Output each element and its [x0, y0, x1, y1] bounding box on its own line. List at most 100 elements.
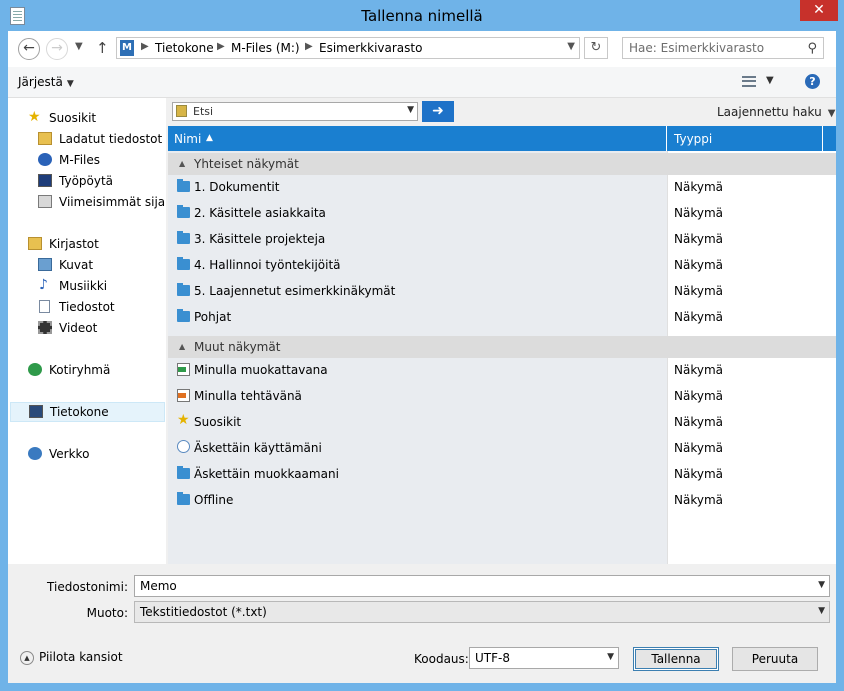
- nav-computer[interactable]: Tietokone: [10, 402, 165, 422]
- filename-combobox[interactable]: ▼: [134, 575, 830, 597]
- filename-input[interactable]: [140, 579, 800, 593]
- list-item[interactable]: 1. Dokumentit Näkymä: [168, 175, 836, 201]
- nav-libraries[interactable]: Kirjastot: [8, 234, 166, 254]
- search-icon[interactable]: ⚲: [807, 41, 817, 56]
- chevron-down-icon[interactable]: ▼: [607, 652, 614, 662]
- nav-music[interactable]: ♪ Musiikki: [8, 276, 166, 296]
- help-icon[interactable]: ?: [805, 74, 820, 89]
- item-name: Äskettäin muokkaamani: [194, 467, 339, 481]
- back-button[interactable]: ←: [18, 38, 40, 60]
- encoding-select[interactable]: UTF-8 ▼: [469, 647, 619, 669]
- list-item[interactable]: Äskettäin muokkaamani Näkymä: [168, 462, 836, 488]
- breadcrumb-separator[interactable]: ▶: [141, 41, 149, 52]
- search-input[interactable]: [629, 41, 794, 55]
- filename-label: Tiedostonimi:: [28, 580, 128, 594]
- list-item[interactable]: 3. Käsittele projekteja Näkymä: [168, 227, 836, 253]
- up-button[interactable]: ↑: [96, 39, 109, 57]
- item-name: Suosikit: [194, 415, 242, 429]
- column-header-name[interactable]: Nimi ▲: [168, 126, 667, 151]
- list-item[interactable]: Äskettäin käyttämäni Näkymä: [168, 436, 836, 462]
- advanced-search-toggle[interactable]: Laajennettu haku ▼: [717, 105, 835, 119]
- list-item[interactable]: Pohjat Näkymä: [168, 305, 836, 331]
- documents-icon: [39, 300, 50, 313]
- search-box[interactable]: ⚲: [622, 37, 824, 59]
- item-type: Näkymä: [674, 389, 723, 403]
- refresh-icon: ↻: [590, 40, 602, 55]
- list-item[interactable]: Minulla tehtävänä Näkymä: [168, 384, 836, 410]
- list-item[interactable]: Offline Näkymä: [168, 488, 836, 514]
- nav-mfiles[interactable]: M-Files: [8, 150, 166, 170]
- forward-button[interactable]: →: [46, 38, 68, 60]
- nav-label: Ladatut tiedostot: [59, 132, 163, 146]
- chevron-down-icon[interactable]: ▼: [818, 606, 825, 616]
- view-options-dropdown[interactable]: ▼: [766, 75, 774, 86]
- search-document-icon: [176, 105, 187, 117]
- chevron-up-icon: ▲: [20, 650, 34, 665]
- item-name: 2. Käsittele asiakkaita: [194, 206, 326, 220]
- recent-locations-dropdown[interactable]: ▼: [75, 41, 83, 52]
- breadcrumb-computer[interactable]: Tietokone: [155, 41, 214, 55]
- change-view-icon[interactable]: [742, 76, 756, 87]
- format-select[interactable]: Tekstitiedostot (*.txt) ▼: [134, 601, 830, 623]
- star-icon: ★: [177, 412, 190, 428]
- breadcrumb-drive[interactable]: M-Files (M:): [231, 41, 300, 55]
- sort-ascending-icon: ▲: [206, 133, 213, 143]
- hide-folders-label: Piilota kansiot: [39, 650, 123, 664]
- save-button[interactable]: Tallenna: [633, 647, 719, 671]
- item-name: Offline: [194, 493, 234, 507]
- cancel-button[interactable]: Peruuta: [732, 647, 818, 671]
- encoding-label: Koodaus:: [414, 652, 469, 666]
- chevron-down-icon[interactable]: ▼: [818, 580, 825, 590]
- music-icon: ♪: [39, 277, 48, 293]
- breadcrumb-vault[interactable]: Esimerkkivarasto: [319, 41, 422, 55]
- advanced-search-label: Laajennettu haku: [717, 105, 822, 119]
- item-type: Näkymä: [674, 493, 723, 507]
- item-type: Näkymä: [674, 467, 723, 481]
- collapse-icon: ▲: [179, 342, 186, 351]
- item-type: Näkymä: [674, 363, 723, 377]
- file-list: ▲ Yhteiset näkymät 1. Dokumentit Näkymä …: [168, 151, 836, 564]
- nav-favorites[interactable]: ★ Suosikit: [8, 108, 166, 128]
- list-item[interactable]: Minulla muokattavana Näkymä: [168, 358, 836, 384]
- list-item[interactable]: 2. Käsittele asiakkaita Näkymä: [168, 201, 836, 227]
- item-name: 1. Dokumentit: [194, 180, 280, 194]
- list-item[interactable]: ★ Suosikit Näkymä: [168, 410, 836, 436]
- view-folder-icon: [177, 257, 190, 270]
- nav-videos[interactable]: Videot: [8, 318, 166, 338]
- group-header[interactable]: ▲ Muut näkymät: [168, 336, 836, 358]
- chevron-down-icon[interactable]: ▼: [407, 105, 414, 115]
- nav-label: Verkko: [49, 447, 90, 461]
- nav-downloads[interactable]: Ladatut tiedostot: [8, 129, 166, 149]
- column-header-label: Tyyppi: [674, 132, 713, 146]
- title-bar[interactable]: Tallenna nimellä ✕: [0, 0, 844, 32]
- nav-network[interactable]: Verkko: [8, 444, 166, 464]
- list-item[interactable]: 4. Hallinnoi työntekijöitä Näkymä: [168, 253, 836, 279]
- format-value: Tekstitiedostot (*.txt): [140, 605, 267, 619]
- breadcrumb-separator[interactable]: ▶: [217, 41, 225, 52]
- window-title: Tallenna nimellä: [361, 7, 483, 25]
- column-header-type[interactable]: Tyyppi: [668, 126, 823, 151]
- nav-homegroup[interactable]: Kotiryhmä: [8, 360, 166, 380]
- list-item[interactable]: 5. Laajennetut esimerkkinäkymät Näkymä: [168, 279, 836, 305]
- item-name: Pohjat: [194, 310, 232, 324]
- format-label: Muoto:: [28, 606, 128, 620]
- view-folder-icon: [177, 466, 190, 479]
- content-pane: Etsi ▼ ➜ Laajennettu haku ▼ Nimi ▲ Tyyppi: [168, 98, 836, 564]
- search-go-button[interactable]: ➜: [422, 101, 454, 122]
- refresh-button[interactable]: ↻: [584, 37, 608, 59]
- nav-desktop[interactable]: Työpöytä: [8, 171, 166, 191]
- nav-documents[interactable]: Tiedostot: [8, 297, 166, 317]
- nav-pictures[interactable]: Kuvat: [8, 255, 166, 275]
- quick-search-field[interactable]: Etsi ▼: [172, 102, 418, 121]
- hide-folders-button[interactable]: ▲ Piilota kansiot: [20, 650, 123, 665]
- organize-menu[interactable]: Järjestä ▼: [18, 75, 74, 89]
- address-dropdown-icon[interactable]: ▼: [567, 41, 575, 52]
- breadcrumb-separator[interactable]: ▶: [305, 41, 313, 52]
- view-folder-icon: [177, 179, 190, 192]
- close-button[interactable]: ✕: [800, 0, 838, 21]
- group-header[interactable]: ▲ Yhteiset näkymät: [168, 153, 836, 175]
- item-name: 5. Laajennetut esimerkkinäkymät: [194, 284, 396, 298]
- nav-recent-places[interactable]: Viimeisimmät sijainnit: [8, 192, 166, 212]
- up-arrow-icon: ↑: [96, 39, 109, 57]
- address-bar[interactable]: M ▶ Tietokone ▶ M-Files (M:) ▶ Esimerkki…: [116, 37, 580, 59]
